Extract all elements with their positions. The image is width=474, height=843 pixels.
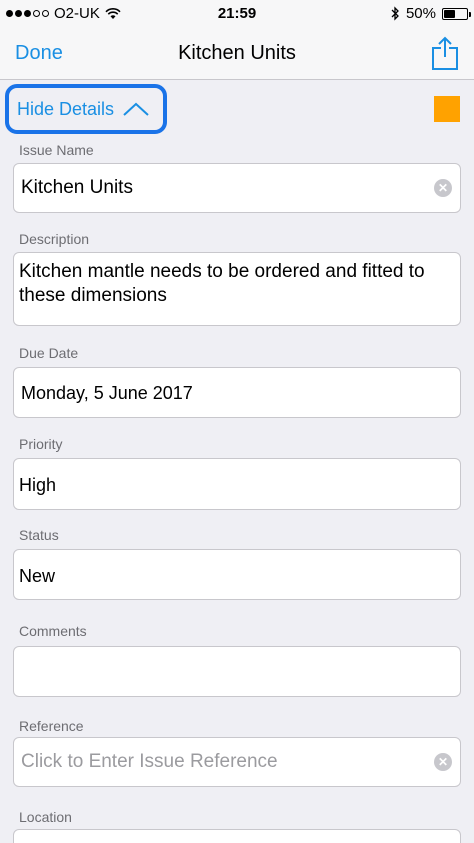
status-bar: O2-UK 21:59 50% bbox=[0, 0, 474, 28]
battery-icon bbox=[442, 7, 471, 20]
navigation-bar: Done Kitchen Units bbox=[0, 28, 474, 80]
status-field[interactable]: New bbox=[13, 549, 461, 600]
status-value: New bbox=[19, 566, 56, 586]
description-field[interactable]: Kitchen mantle needs to be ordered and f… bbox=[13, 252, 461, 326]
share-icon[interactable] bbox=[430, 35, 460, 71]
location-label: Location bbox=[19, 809, 72, 825]
description-label: Description bbox=[19, 231, 90, 247]
clear-issue-name-icon[interactable]: ✕ bbox=[434, 179, 452, 197]
chevron-up-icon bbox=[123, 102, 149, 116]
issue-color-swatch[interactable] bbox=[434, 96, 460, 122]
hide-details-button[interactable]: Hide Details bbox=[5, 84, 167, 134]
issue-name-value: Kitchen Units bbox=[21, 177, 133, 198]
clear-reference-icon[interactable]: ✕ bbox=[434, 753, 452, 771]
description-value: Kitchen mantle needs to be ordered and f… bbox=[19, 261, 425, 306]
location-field[interactable] bbox=[13, 829, 461, 843]
due-date-field[interactable]: Monday, 5 June 2017 bbox=[13, 367, 461, 418]
screen: O2-UK 21:59 50% Done Kitchen Units Hide … bbox=[0, 0, 474, 843]
status-label: Status bbox=[19, 527, 59, 543]
reference-placeholder: Click to Enter Issue Reference bbox=[21, 751, 278, 772]
battery-percent: 50% bbox=[405, 5, 436, 22]
priority-field[interactable]: High bbox=[13, 458, 461, 510]
due-date-value: Monday, 5 June 2017 bbox=[21, 383, 193, 403]
issue-name-field[interactable]: Kitchen Units ✕ bbox=[13, 163, 461, 213]
bluetooth-icon bbox=[391, 6, 399, 21]
issue-name-label: Issue Name bbox=[19, 142, 94, 158]
reference-field[interactable]: Click to Enter Issue Reference ✕ bbox=[13, 737, 461, 787]
battery-fill bbox=[444, 9, 455, 18]
reference-label: Reference bbox=[19, 718, 84, 734]
priority-value: High bbox=[19, 475, 57, 495]
priority-label: Priority bbox=[19, 436, 63, 452]
hide-details-label: Hide Details bbox=[17, 98, 115, 119]
due-date-label: Due Date bbox=[19, 345, 79, 361]
done-button[interactable]: Done bbox=[15, 42, 63, 65]
comments-field[interactable] bbox=[13, 646, 461, 697]
comments-label: Comments bbox=[19, 623, 87, 639]
page-title: Kitchen Units bbox=[178, 42, 296, 64]
